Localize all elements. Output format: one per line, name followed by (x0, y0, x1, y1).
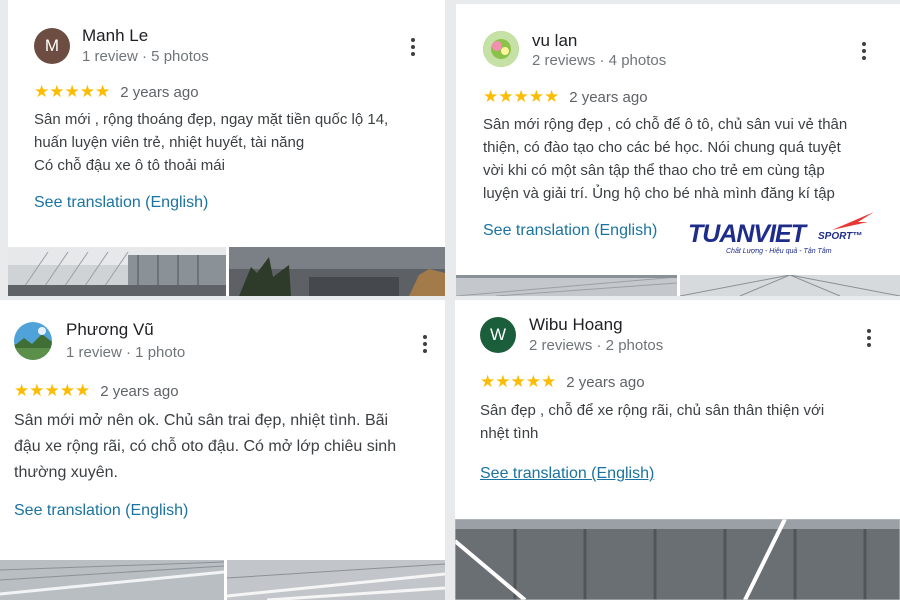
review-age: 2 years ago (566, 373, 645, 391)
rating-row: ★★★★★ 2 years ago (480, 372, 645, 392)
review-photo[interactable] (229, 247, 445, 296)
avatar-letter: W (489, 325, 507, 344)
reviewer-name[interactable]: Phương Vũ (66, 320, 154, 340)
review-text: Sân mới , rộng thoáng đẹp, ngay mặt tiền… (34, 111, 389, 174)
review-photo[interactable] (680, 275, 900, 296)
rating-row: ★★★★★ 2 years ago (14, 381, 179, 401)
reviewer-meta: 1 review · 1 photo (66, 344, 186, 361)
reviewer-meta: 1 review · 5 photos (82, 48, 209, 65)
swoosh-icon (832, 212, 874, 230)
review-age: 2 years ago (120, 83, 199, 101)
photo-strip (0, 560, 445, 600)
review-text: Sân mới mở nên ok. Chủ sân trai đẹp, nhi… (14, 412, 397, 481)
more-vert-icon[interactable] (410, 38, 416, 56)
star-icon: ★★★★★ (483, 87, 560, 107)
avatar-letter: M (44, 36, 60, 55)
photo-strip (8, 247, 445, 296)
review-card: Phương Vũ 1 review · 1 photo ★★★★★ 2 yea… (0, 300, 445, 600)
reviewer-meta: 2 reviews · 2 photos (529, 337, 664, 354)
more-vert-icon[interactable] (866, 329, 872, 347)
photo-strip (455, 519, 900, 600)
brand-tagline: Chất Lượng - Hiệu quả - Tận Tâm (726, 248, 832, 255)
rating-row: ★★★★★ 2 years ago (483, 87, 648, 107)
brand-name: TUANVIET (688, 220, 806, 248)
review-photo[interactable] (455, 519, 900, 600)
review-text: Sân đẹp , chỗ để xe rộng rãi, chủ sân th… (480, 402, 825, 442)
avatar-image (483, 31, 519, 67)
review-photo[interactable] (0, 560, 224, 600)
brand-sport: SPORT™ (818, 231, 863, 242)
reviewer-name[interactable]: vu lan (532, 31, 577, 51)
reviewer-meta: 2 reviews · 4 photos (532, 52, 667, 69)
see-translation-link[interactable]: See translation (English) (14, 502, 188, 520)
photo-strip (456, 275, 900, 296)
avatar[interactable] (14, 322, 52, 360)
review-card: W Wibu Hoang 2 reviews · 2 photos ★★★★★ … (455, 300, 900, 600)
review-card: M Manh Le 1 review · 5 photos ★★★★★ 2 ye… (8, 0, 445, 296)
review-photo[interactable] (456, 275, 677, 296)
avatar[interactable]: W (480, 317, 516, 353)
brand-logo: TUANVIET SPORT™ Chất Lượng - Hiệu quả - … (688, 210, 878, 260)
avatar[interactable] (483, 31, 519, 67)
reviewer-name[interactable]: Wibu Hoang (529, 315, 623, 335)
reviewer-name[interactable]: Manh Le (82, 26, 148, 46)
star-icon: ★★★★★ (34, 82, 111, 102)
star-icon: ★★★★★ (480, 372, 557, 392)
review-photo[interactable] (227, 560, 445, 600)
review-age: 2 years ago (100, 382, 179, 400)
more-vert-icon[interactable] (861, 42, 867, 60)
see-translation-link[interactable]: See translation (English) (483, 222, 657, 240)
review-text: Sân mới rộng đẹp , có chỗ để ô tô, chủ s… (483, 116, 848, 202)
see-translation-link[interactable]: See translation (English) (34, 194, 208, 212)
avatar[interactable]: M (34, 28, 70, 64)
review-age: 2 years ago (569, 88, 648, 106)
see-translation-link[interactable]: See translation (English) (480, 465, 654, 483)
avatar-image (14, 322, 52, 360)
more-vert-icon[interactable] (422, 335, 428, 353)
star-icon: ★★★★★ (14, 381, 91, 401)
review-photo[interactable] (8, 247, 226, 296)
rating-row: ★★★★★ 2 years ago (34, 82, 199, 102)
